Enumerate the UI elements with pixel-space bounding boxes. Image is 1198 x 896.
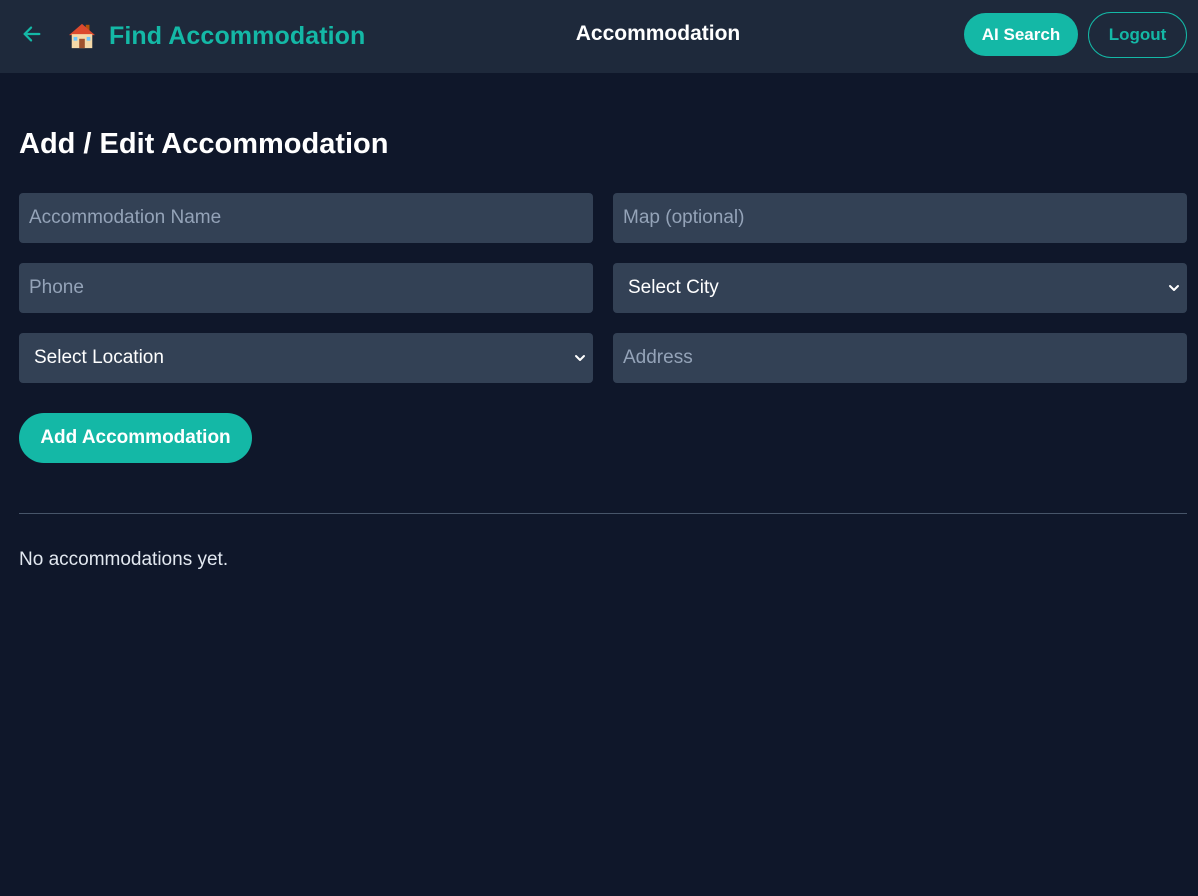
map-input[interactable] xyxy=(613,193,1187,243)
form-heading: Add / Edit Accommodation xyxy=(19,128,389,160)
location-select-value: Select Location xyxy=(34,347,164,368)
add-accommodation-button[interactable]: Add Accommodation xyxy=(19,413,252,463)
address-input[interactable] xyxy=(613,333,1187,383)
city-select[interactable]: Select City xyxy=(613,263,1187,313)
phone-input[interactable] xyxy=(19,263,593,313)
chevron-down-icon xyxy=(575,355,585,361)
accommodation-name-input[interactable] xyxy=(19,193,593,243)
top-navigation-bar: Find Accommodation Accommodation AI Sear… xyxy=(0,0,1198,73)
location-select[interactable]: Select Location xyxy=(19,333,593,383)
divider xyxy=(19,513,1187,514)
ai-search-button[interactable]: AI Search xyxy=(964,13,1078,56)
city-select-value: Select City xyxy=(628,277,719,298)
logout-button[interactable]: Logout xyxy=(1088,12,1187,58)
chevron-down-icon xyxy=(1169,285,1179,291)
empty-list-message: No accommodations yet. xyxy=(19,549,229,570)
